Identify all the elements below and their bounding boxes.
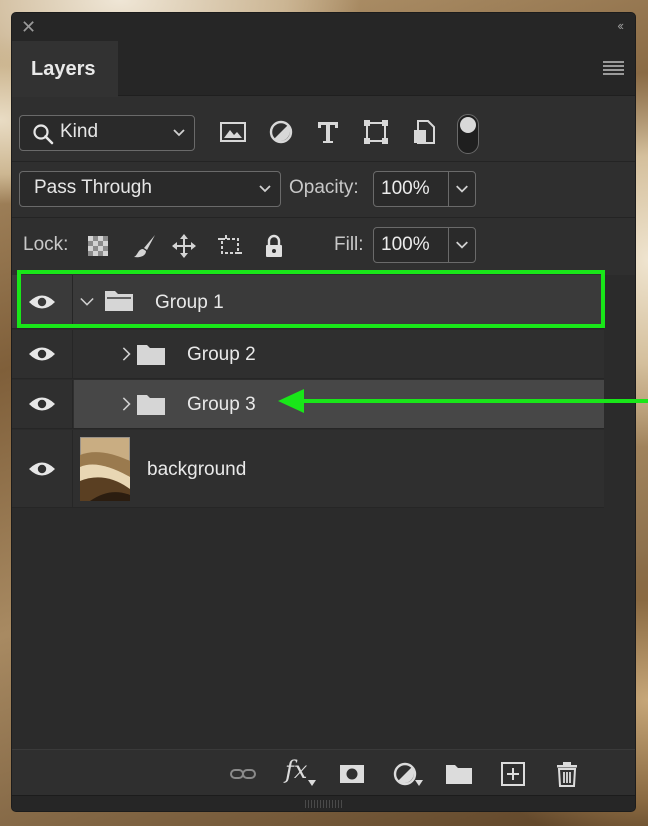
- fill-value: 100%: [381, 234, 430, 255]
- opacity-value: 100%: [381, 178, 430, 199]
- smart-object-filter-icon[interactable]: [410, 117, 440, 147]
- folder-icon: [137, 395, 165, 415]
- layer-content[interactable]: Group 2: [74, 330, 604, 378]
- filter-toggle-switch[interactable]: [457, 114, 479, 154]
- layer-thumbnail: [80, 437, 130, 501]
- visibility-toggle[interactable]: [12, 430, 73, 507]
- shape-filter-icon[interactable]: [361, 117, 391, 147]
- panel-titlebar: ✕ ‹‹: [12, 13, 635, 41]
- layers-list: Group 1 Group 2 Group 3 background: [12, 275, 635, 749]
- tab-row: Layers: [12, 41, 635, 97]
- lock-label: Lock:: [23, 234, 69, 255]
- dropdown-triangle-icon: [308, 780, 316, 786]
- eye-icon: [29, 462, 55, 476]
- visibility-toggle[interactable]: [12, 330, 73, 378]
- bottom-toolbar: fx: [12, 749, 635, 795]
- image-filter-icon[interactable]: [218, 117, 248, 147]
- dropdown-triangle-icon: [415, 780, 423, 786]
- lock-image-pixels-brush-icon[interactable]: [132, 233, 158, 259]
- close-icon[interactable]: ✕: [21, 17, 36, 37]
- layer-name: Group 3: [187, 394, 256, 415]
- fill-field[interactable]: 100%: [373, 227, 476, 263]
- highlight-box: [17, 270, 605, 328]
- trash-icon[interactable]: [553, 760, 581, 788]
- chevron-right-icon[interactable]: [119, 396, 133, 412]
- blend-mode-value: Pass Through: [34, 177, 152, 198]
- lock-all-icon[interactable]: [261, 233, 287, 259]
- new-layer-icon[interactable]: [499, 760, 527, 788]
- eye-icon: [29, 347, 55, 361]
- layer-row-group-2[interactable]: Group 2: [12, 330, 604, 379]
- lock-transparent-pixels-icon[interactable]: [85, 233, 111, 259]
- adjustment-filter-icon[interactable]: [266, 117, 296, 147]
- chevron-down-icon: [173, 129, 185, 137]
- folder-icon: [137, 345, 165, 365]
- tab-layers[interactable]: Layers: [12, 41, 118, 97]
- visibility-toggle[interactable]: [12, 380, 73, 428]
- eye-icon: [29, 397, 55, 411]
- layer-name: Group 2: [187, 344, 256, 365]
- new-group-folder-icon[interactable]: [445, 760, 473, 788]
- lock-position-move-icon[interactable]: [171, 233, 197, 259]
- collapse-icon[interactable]: ‹‹: [617, 18, 624, 33]
- filter-kind-label: Kind: [60, 121, 99, 142]
- annotation-arrow: [278, 389, 648, 413]
- layer-row-background[interactable]: background: [12, 430, 604, 508]
- link-layers-icon[interactable]: [229, 760, 257, 788]
- divider: [12, 217, 635, 218]
- chevron-down-icon: [259, 185, 271, 193]
- layer-name: background: [147, 459, 247, 480]
- add-mask-icon[interactable]: [338, 760, 366, 788]
- lock-artboard-icon[interactable]: [217, 233, 243, 259]
- divider: [12, 161, 635, 162]
- opacity-label: Opacity:: [289, 177, 359, 198]
- filter-kind-dropdown[interactable]: Kind: [19, 115, 195, 151]
- layer-content[interactable]: background: [74, 430, 604, 507]
- type-filter-icon[interactable]: [313, 117, 343, 147]
- fill-label: Fill:: [334, 234, 364, 255]
- blend-mode-dropdown[interactable]: Pass Through: [19, 171, 281, 207]
- opacity-chevron-down-icon[interactable]: [448, 172, 475, 206]
- panel-menu-icon[interactable]: [603, 61, 624, 75]
- search-icon: [33, 124, 54, 145]
- fill-chevron-down-icon[interactable]: [448, 228, 475, 262]
- opacity-field[interactable]: 100%: [373, 171, 476, 207]
- chevron-right-icon[interactable]: [119, 346, 133, 362]
- resize-grip[interactable]: [12, 795, 635, 811]
